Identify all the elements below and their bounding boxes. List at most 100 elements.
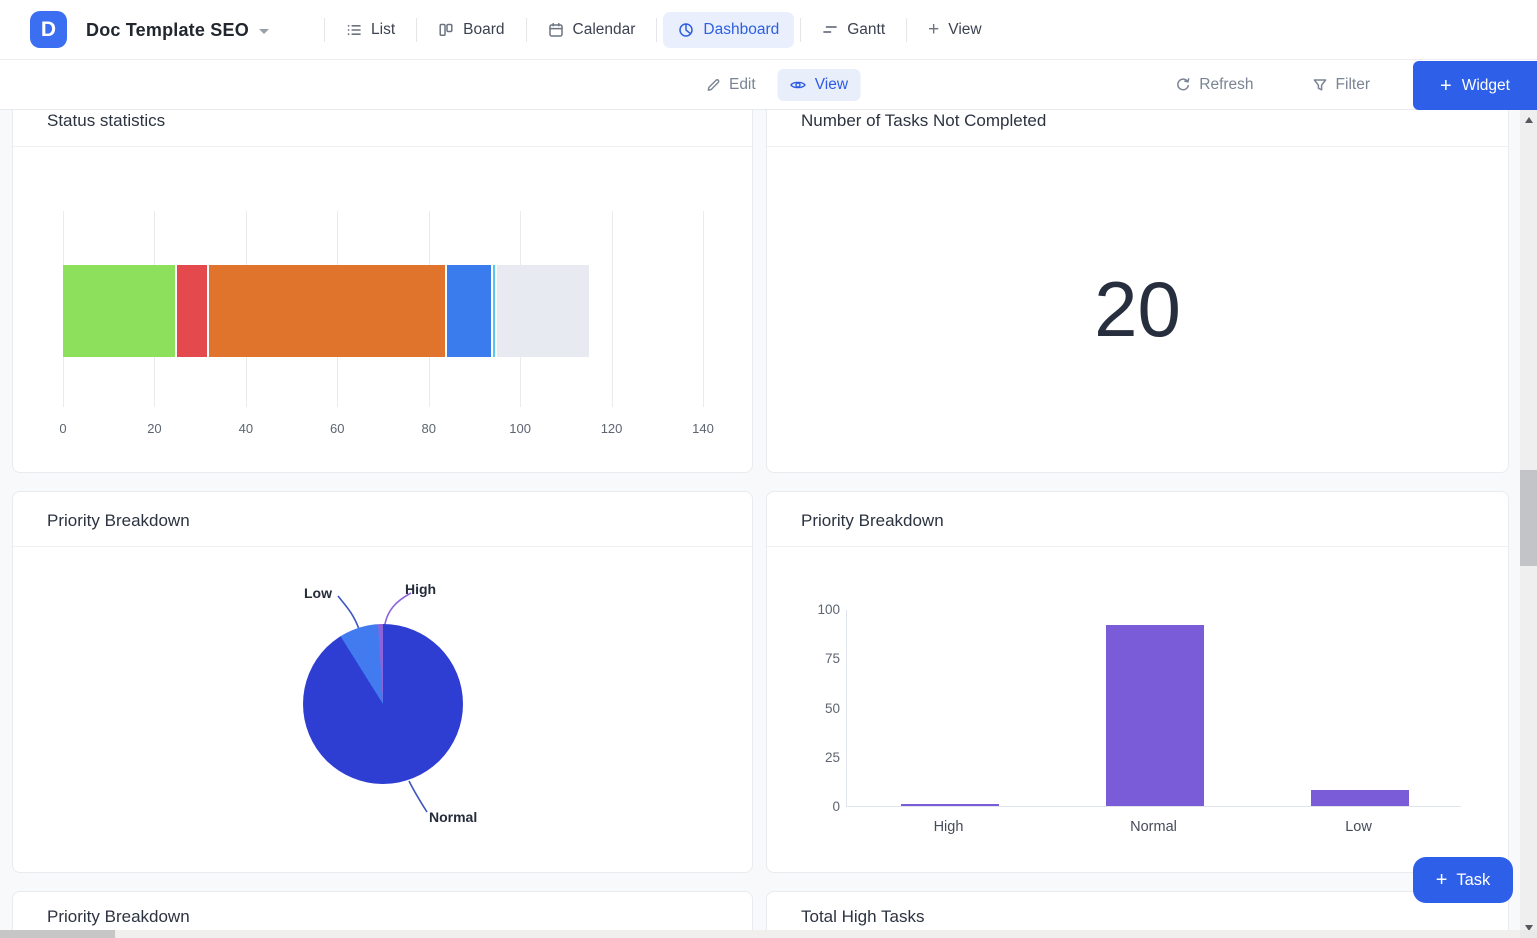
list-icon xyxy=(346,22,362,38)
filter-button-label: Filter xyxy=(1336,76,1370,94)
y-tick-label: 100 xyxy=(796,602,840,617)
divider xyxy=(526,18,527,42)
priority-bar-plot xyxy=(846,610,1461,807)
edit-button-label: Edit xyxy=(729,76,756,94)
divider xyxy=(800,18,801,42)
dashboard-toolbar: Edit View Refresh xyxy=(0,60,1537,110)
status-segment-green[interactable] xyxy=(63,265,177,357)
x-tick-label: 40 xyxy=(224,421,268,436)
card-title: Number of Tasks Not Completed xyxy=(801,111,1046,131)
status-stacked-bar xyxy=(63,265,589,357)
bar-category-label: Normal xyxy=(1094,819,1214,835)
chevron-down-icon xyxy=(259,29,269,34)
top-nav-bar: D Doc Template SEO List Board xyxy=(0,0,1537,60)
add-widget-button[interactable]: + Widget xyxy=(1413,61,1537,110)
y-tick-label: 75 xyxy=(796,651,840,666)
card-header: Priority Breakdown xyxy=(767,492,1508,547)
refresh-button-label: Refresh xyxy=(1199,76,1253,94)
tab-dashboard[interactable]: Dashboard xyxy=(663,12,794,48)
status-segment-gray[interactable] xyxy=(497,265,588,357)
number-widget: 20 xyxy=(767,147,1508,472)
tab-gantt[interactable]: Gantt xyxy=(807,12,900,48)
x-tick-label: 120 xyxy=(590,421,634,436)
tab-list[interactable]: List xyxy=(331,12,410,48)
workspace-title-menu[interactable]: Doc Template SEO xyxy=(86,0,269,60)
x-tick-label: 60 xyxy=(315,421,359,436)
add-task-button[interactable]: + Task xyxy=(1413,857,1513,903)
view-tabs: List Board Calendar xyxy=(318,0,997,60)
bar-low[interactable] xyxy=(1311,790,1409,806)
status-segment-orange[interactable] xyxy=(209,265,447,357)
workspace-logo[interactable]: D xyxy=(30,11,67,48)
workspace-title: Doc Template SEO xyxy=(86,20,249,41)
toolbar-right-group: Refresh Filter xyxy=(1163,60,1382,110)
gantt-icon xyxy=(822,22,838,38)
pie-label-low: Low xyxy=(272,585,332,601)
y-tick-label: 0 xyxy=(796,799,840,814)
view-button[interactable]: View xyxy=(778,69,860,101)
vertical-scroll-thumb[interactable] xyxy=(1520,470,1537,566)
card-title: Status statistics xyxy=(47,111,165,131)
divider xyxy=(656,18,657,42)
tasks-not-completed-value: 20 xyxy=(1094,264,1181,355)
refresh-button[interactable]: Refresh xyxy=(1163,69,1265,101)
tab-label: Calendar xyxy=(573,21,636,39)
bar-category-label: Low xyxy=(1299,819,1419,835)
priority-pie-chart[interactable] xyxy=(303,624,463,784)
x-tick-label: 20 xyxy=(132,421,176,436)
x-tick-label: 140 xyxy=(681,421,725,436)
widget-button-label: Widget xyxy=(1462,77,1510,95)
triangle-up-icon xyxy=(1525,117,1533,123)
tab-board[interactable]: Board xyxy=(423,12,519,48)
app-root: D Doc Template SEO List Board xyxy=(0,0,1537,938)
calendar-icon xyxy=(548,22,564,38)
card-header: Priority Breakdown xyxy=(13,492,752,547)
horizontal-scroll-thumb[interactable] xyxy=(0,930,115,938)
task-button-label: Task xyxy=(1456,871,1490,890)
scrollbar-corner xyxy=(1520,930,1537,938)
pie-label-normal: Normal xyxy=(429,809,477,825)
bar-normal[interactable] xyxy=(1106,625,1204,806)
scroll-up-arrow[interactable] xyxy=(1520,112,1537,128)
plus-icon: + xyxy=(1436,872,1448,888)
card-tasks-not-completed: Number of Tasks Not Completed 20 xyxy=(766,70,1509,473)
eye-icon xyxy=(790,77,807,93)
vertical-scrollbar[interactable] xyxy=(1520,110,1537,938)
dashboard-icon xyxy=(678,22,694,38)
bar-high[interactable] xyxy=(901,804,999,806)
mode-switch-group: Edit View xyxy=(693,60,860,110)
tab-add-view[interactable]: + View xyxy=(913,12,996,48)
bar-category-label: High xyxy=(889,819,1009,835)
divider xyxy=(416,18,417,42)
grid-line xyxy=(612,211,613,407)
x-tick-label: 100 xyxy=(498,421,542,436)
status-xaxis: 020406080100120140 xyxy=(63,421,703,441)
horizontal-scrollbar[interactable] xyxy=(0,930,1520,938)
y-tick-label: 25 xyxy=(796,750,840,765)
divider xyxy=(906,18,907,42)
refresh-icon xyxy=(1175,77,1191,93)
grid-line xyxy=(703,211,704,407)
x-tick-label: 0 xyxy=(41,421,85,436)
plus-icon: + xyxy=(1440,78,1452,94)
card-priority-pie: Priority Breakdown Low High Normal xyxy=(12,491,753,873)
board-icon xyxy=(438,22,454,38)
status-segment-red[interactable] xyxy=(177,265,209,357)
view-button-label: View xyxy=(815,76,848,94)
tab-calendar[interactable]: Calendar xyxy=(533,12,651,48)
card-title: Priority Breakdown xyxy=(47,511,190,531)
card-priority-bar: Priority Breakdown 0 25 50 75 100 High Normal… xyxy=(766,491,1509,873)
card-title: Priority Breakdown xyxy=(801,511,944,531)
y-tick-label: 50 xyxy=(796,701,840,716)
filter-button[interactable]: Filter xyxy=(1300,69,1382,101)
pencil-icon xyxy=(705,77,721,93)
divider xyxy=(324,18,325,42)
tab-label: Board xyxy=(463,21,504,39)
status-segment-blue[interactable] xyxy=(447,265,493,357)
edit-button[interactable]: Edit xyxy=(693,69,768,101)
tab-label: List xyxy=(371,21,395,39)
card-title: Priority Breakdown xyxy=(47,907,190,927)
tab-label: Gantt xyxy=(847,21,885,39)
filter-icon xyxy=(1312,77,1328,93)
card-status-statistics: Status statistics 020406080100120140 xyxy=(12,70,753,473)
